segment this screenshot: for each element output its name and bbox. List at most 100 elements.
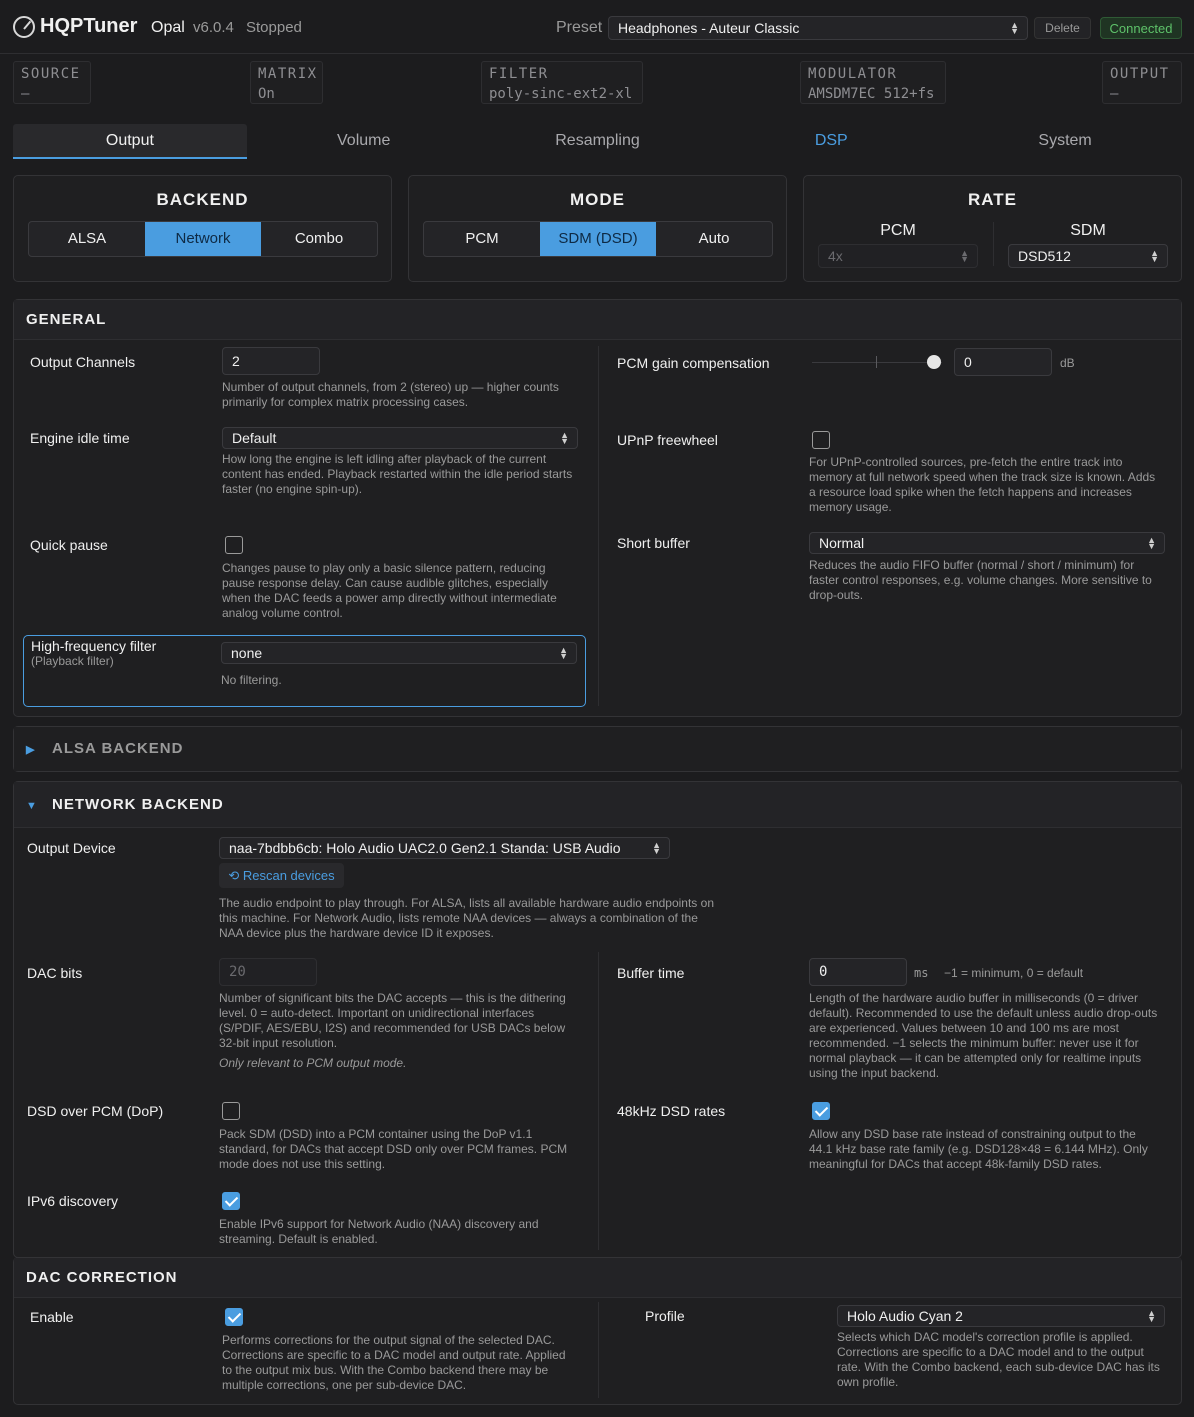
pcm-gain-input[interactable]: 0: [954, 348, 1052, 376]
pipeline-stage-filter: FILTER poly-sinc-ext2-xl: [481, 61, 643, 104]
top-bar: HQPTuner Opal v6.0.4 Stopped Preset Head…: [0, 0, 1194, 54]
tab-resampling[interactable]: Resampling: [481, 124, 715, 159]
tuner-logo-icon: [13, 16, 35, 38]
rescan-devices-button[interactable]: ⟲ Rescan devices: [219, 863, 344, 888]
tab-volume[interactable]: Volume: [247, 124, 481, 159]
delete-preset-button[interactable]: Delete: [1034, 17, 1091, 39]
output-device-label: Output Device: [27, 840, 116, 856]
quick-pause-label: Quick pause: [30, 537, 108, 553]
sdm-rate-select[interactable]: DSD512 ▲ ▼: [1008, 244, 1168, 268]
ipv6-discovery-help: Enable IPv6 support for Network Audio (N…: [219, 1217, 539, 1246]
dsd48k-checkbox[interactable]: [812, 1102, 830, 1120]
mode-option-auto[interactable]: Auto: [656, 222, 772, 256]
preset-label: Preset: [556, 19, 603, 36]
hf-filter-select[interactable]: none ▲ ▼: [221, 642, 577, 664]
backend-selector: ALSA Network Combo: [28, 221, 378, 257]
slider-center-tick: [876, 356, 877, 368]
backend-option-alsa[interactable]: ALSA: [29, 222, 145, 256]
output-channels-label: Output Channels: [30, 354, 136, 370]
upnp-freewheel-checkbox[interactable]: [812, 431, 830, 449]
general-title: GENERAL: [14, 300, 1181, 340]
output-device-help: The audio endpoint to play through. For …: [219, 896, 714, 940]
hf-filter-row: High-frequency filter (Playback filter) …: [23, 635, 586, 707]
ipv6-discovery-label: IPv6 discovery: [27, 1193, 119, 1209]
pcm-gain-label: PCM gain compensation: [617, 355, 770, 371]
dac-profile-select[interactable]: Holo Audio Cyan 2 ▲ ▼: [837, 1305, 1165, 1327]
app-name: HQPTuner: [40, 15, 138, 37]
alsa-backend-section: ▶ ALSA BACKEND: [13, 726, 1182, 772]
pcm-rate-value: 4x: [828, 248, 843, 264]
dac-bits-note: Only relevant to PCM output mode.: [219, 1056, 407, 1070]
tab-output[interactable]: Output: [13, 124, 247, 159]
preset-value: Headphones - Auteur Classic: [618, 20, 800, 36]
dop-label: DSD over PCM (DoP): [27, 1103, 164, 1119]
tab-system[interactable]: System: [948, 124, 1182, 159]
engine-idle-label: Engine idle time: [30, 430, 130, 446]
pcm-gain-slider[interactable]: [812, 355, 942, 369]
engine-idle-value: Default: [232, 430, 277, 446]
output-device-value: naa-7bdbb6cb: Holo Audio UAC2.0 Gen2.1 S…: [229, 840, 621, 856]
hf-filter-label: High-frequency filter: [31, 638, 157, 654]
dac-correction-enable-help: Performs corrections for the output sign…: [222, 1333, 566, 1392]
pipeline-stage-source: SOURCE —: [13, 61, 91, 104]
chevron-updown-icon: ▲ ▼: [560, 430, 569, 446]
short-buffer-help: Reduces the audio FIFO buffer (normal / …: [809, 558, 1152, 602]
dac-correction-enable-label: Enable: [30, 1309, 74, 1325]
slider-thumb[interactable]: [927, 355, 942, 369]
chevron-updown-icon: ▲ ▼: [960, 248, 969, 264]
quick-pause-help: Changes pause to play only a basic silen…: [222, 561, 557, 620]
collapse-triangle-icon: ▼: [26, 800, 38, 812]
mode-option-pcm[interactable]: PCM: [424, 222, 540, 256]
preset-select[interactable]: Headphones - Auteur Classic ▲ ▼: [608, 16, 1028, 40]
mode-option-sdm[interactable]: SDM (DSD): [540, 222, 656, 256]
general-section: GENERAL Output Channels 2 Number of outp…: [13, 299, 1182, 717]
short-buffer-select[interactable]: Normal ▲ ▼: [809, 532, 1165, 554]
dac-bits-label: DAC bits: [27, 965, 83, 981]
stage-label: MATRIX: [258, 66, 318, 82]
stage-value: —: [1110, 86, 1119, 102]
ipv6-discovery-checkbox[interactable]: [222, 1192, 240, 1210]
backend-option-combo[interactable]: Combo: [261, 222, 377, 256]
rate-card: RATE PCM 4x ▲ ▼ SDM DSD512 ▲ ▼: [803, 175, 1182, 282]
buffer-time-input[interactable]: 0: [809, 958, 907, 986]
dop-help: Pack SDM (DSD) into a PCM container usin…: [219, 1127, 568, 1171]
output-channels-help: Number of output channels, from 2 (stere…: [222, 380, 559, 409]
stage-label: FILTER: [489, 66, 549, 82]
dac-profile-help: Selects which DAC model's correction pro…: [837, 1330, 1160, 1389]
sdm-rate-value: DSD512: [1018, 248, 1071, 264]
output-channels-input[interactable]: 2: [222, 347, 320, 375]
chevron-updown-icon: ▲ ▼: [559, 645, 568, 661]
expand-triangle-icon: ▶: [26, 744, 36, 756]
upnp-freewheel-help: For UPnP-controlled sources, pre-fetch t…: [809, 455, 1156, 514]
output-device-select[interactable]: naa-7bdbb6cb: Holo Audio UAC2.0 Gen2.1 S…: [219, 837, 670, 859]
chevron-updown-icon: ▲ ▼: [1147, 535, 1156, 551]
quick-pause-checkbox[interactable]: [225, 536, 243, 554]
alsa-backend-header[interactable]: ▶ ALSA BACKEND: [14, 727, 1181, 771]
dac-bits-input[interactable]: 20: [219, 958, 317, 986]
pcm-gain-unit: dB: [1060, 356, 1075, 370]
app-profile: Opal: [151, 19, 185, 36]
network-backend-section: ▼ NETWORK BACKEND Output Device naa-7bdbb…: [13, 781, 1182, 1258]
dac-profile-value: Holo Audio Cyan 2: [847, 1308, 963, 1324]
dac-correction-divider: [598, 1302, 599, 1398]
engine-idle-select[interactable]: Default ▲ ▼: [222, 427, 578, 449]
backend-card: BACKEND ALSA Network Combo: [13, 175, 392, 282]
rate-pcm-label: PCM: [880, 222, 916, 239]
mode-selector: PCM SDM (DSD) Auto: [423, 221, 773, 257]
hf-filter-value: none: [231, 645, 263, 661]
network-backend-header[interactable]: ▼ NETWORK BACKEND: [14, 782, 1181, 828]
backend-title: BACKEND: [156, 190, 249, 209]
stage-value: —: [21, 86, 30, 102]
rate-divider: [993, 222, 994, 266]
stage-label: MODULATOR: [808, 66, 898, 82]
dac-correction-enable-checkbox[interactable]: [225, 1308, 243, 1326]
connection-status-badge: Connected: [1100, 17, 1182, 39]
pipeline-stage-modulator: MODULATOR AMSDM7EC 512+fs: [800, 61, 946, 104]
chevron-updown-icon: ▲ ▼: [1147, 1308, 1156, 1324]
chevron-updown-icon: ▲ ▼: [652, 840, 661, 856]
pcm-rate-select[interactable]: 4x ▲ ▼: [818, 244, 978, 268]
tab-dsp[interactable]: DSP: [714, 124, 948, 159]
dop-checkbox[interactable]: [222, 1102, 240, 1120]
backend-option-network[interactable]: Network: [145, 222, 261, 256]
dsd48k-label: 48kHz DSD rates: [617, 1103, 726, 1119]
